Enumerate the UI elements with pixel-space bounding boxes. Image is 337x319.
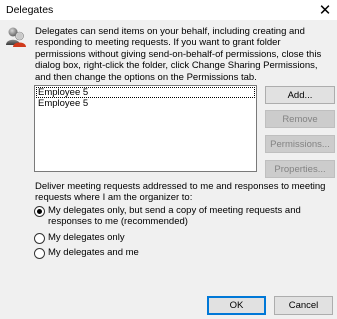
remove-button[interactable]: Remove (265, 110, 335, 128)
add-button[interactable]: Add... (265, 86, 335, 104)
radio-label: My delegates and me (48, 247, 139, 258)
delegates-listbox[interactable]: Employee 5 Employee 5 (34, 85, 257, 172)
permissions-button[interactable]: Permissions... (265, 135, 335, 153)
radio-delegates-only[interactable]: My delegates only (34, 232, 328, 244)
delegates-dialog: Delegates ✕ Delegates can send items on … (0, 0, 337, 319)
title-bar: Delegates ✕ (0, 0, 337, 20)
list-item[interactable]: Employee 5 (36, 98, 255, 109)
radio-button[interactable] (34, 248, 45, 259)
radio-delegates-only-copy[interactable]: My delegates only, but send a copy of me… (34, 205, 328, 228)
ok-button[interactable]: OK (207, 296, 266, 315)
deliver-label: Deliver meeting requests addressed to me… (35, 181, 326, 204)
properties-button[interactable]: Properties... (265, 160, 335, 178)
radio-label: My delegates only (48, 232, 125, 243)
radio-button[interactable] (34, 233, 45, 244)
radio-label: My delegates only, but send a copy of me… (48, 205, 301, 228)
delegates-person-icon (5, 26, 27, 48)
cancel-button[interactable]: Cancel (274, 296, 333, 315)
radio-delegates-and-me[interactable]: My delegates and me (34, 247, 328, 259)
radio-button[interactable] (34, 206, 45, 217)
intro-text: Delegates can send items on your behalf,… (35, 26, 322, 83)
close-icon[interactable]: ✕ (315, 0, 335, 20)
list-item[interactable]: Employee 5 (36, 87, 255, 98)
window-title: Delegates (6, 4, 54, 16)
